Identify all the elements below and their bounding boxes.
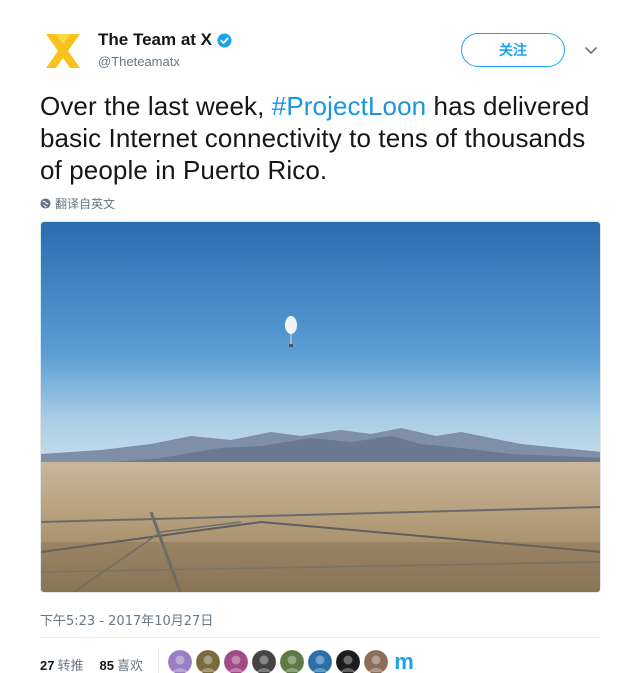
liker-avatar[interactable] xyxy=(252,650,276,673)
liker-avatar[interactable] xyxy=(280,650,304,673)
chevron-down-icon[interactable] xyxy=(584,43,598,57)
tweet-text-part-1: Over the last week, xyxy=(40,91,272,121)
retweets-stat[interactable]: 27 转推 xyxy=(40,655,83,673)
retweets-label[interactable]: 转推 xyxy=(57,659,83,673)
x-logo-icon xyxy=(46,34,80,68)
tweet-stats: 27 转推 85 喜欢 xyxy=(40,655,143,673)
balloon-landscape-image xyxy=(41,222,600,592)
account-name[interactable]: The Team at X xyxy=(98,30,232,50)
liker-avatar[interactable]: m xyxy=(392,650,416,673)
liker-avatar[interactable] xyxy=(308,650,332,673)
liker-avatar[interactable] xyxy=(224,650,248,673)
account-name-text[interactable]: The Team at X xyxy=(98,30,212,50)
globe-icon xyxy=(40,198,51,209)
divider xyxy=(40,637,601,638)
hashtag-link[interactable]: #ProjectLoon xyxy=(272,91,426,121)
tweet-photo[interactable] xyxy=(40,221,601,593)
translate-label[interactable]: 翻译自英文 xyxy=(55,195,115,212)
translate-link[interactable]: 翻译自英文 xyxy=(40,195,115,212)
liker-avatars: m xyxy=(168,650,416,673)
likes-stat[interactable]: 85 喜欢 xyxy=(99,655,142,673)
follow-button[interactable]: 关注 xyxy=(461,33,565,67)
likes-label[interactable]: 喜欢 xyxy=(117,659,143,673)
stats-divider xyxy=(158,648,159,673)
avatar[interactable] xyxy=(44,32,82,70)
liker-avatar[interactable] xyxy=(168,650,192,673)
tweet-card: The Team at X @Theteamatx 关注 Over the la… xyxy=(0,0,639,673)
liker-avatar[interactable] xyxy=(364,650,388,673)
account-handle[interactable]: @Theteamatx xyxy=(98,54,180,69)
liker-avatar[interactable] xyxy=(196,650,220,673)
liker-avatar[interactable] xyxy=(336,650,360,673)
likes-count[interactable]: 85 xyxy=(99,658,113,673)
tweet-timestamp[interactable]: 下午5:23 - 2017年10月27日 xyxy=(40,610,213,629)
retweets-count[interactable]: 27 xyxy=(40,658,54,673)
svg-text:m: m xyxy=(394,650,414,673)
verified-badge-icon xyxy=(217,32,232,48)
tweet-text: Over the last week, #ProjectLoon has del… xyxy=(40,90,610,186)
